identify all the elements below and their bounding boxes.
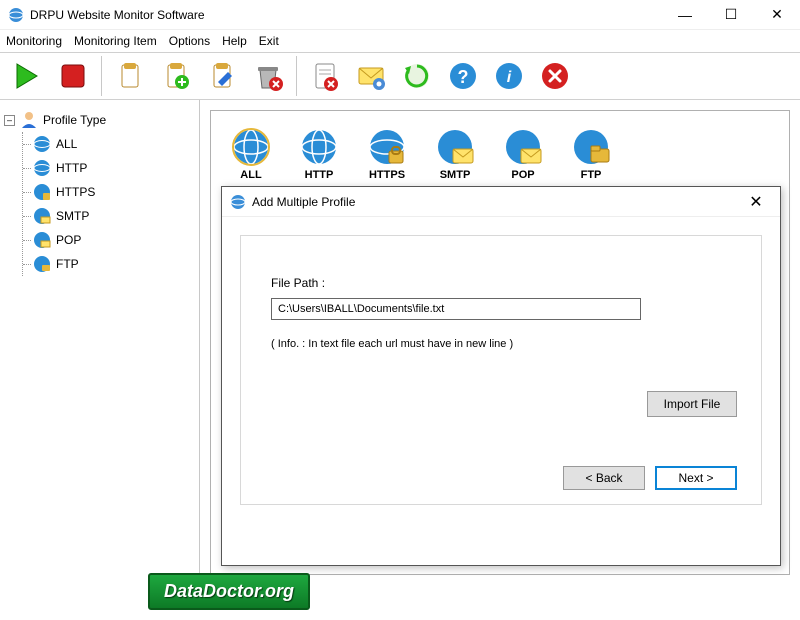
sidebar-item-label: ALL [56, 137, 77, 151]
tree-root[interactable]: – Profile Type [4, 108, 195, 132]
svg-text:?: ? [458, 67, 469, 87]
menu-help[interactable]: Help [222, 34, 247, 48]
about-button[interactable]: i [488, 55, 530, 97]
menu-monitoring-item[interactable]: Monitoring Item [74, 34, 157, 48]
back-button[interactable]: < Back [563, 466, 645, 490]
toolbar-separator [296, 56, 297, 96]
next-button[interactable]: Next > [655, 466, 737, 490]
proto-https[interactable]: HTTPS [367, 127, 407, 181]
minimize-button[interactable]: — [662, 0, 708, 30]
menu-options[interactable]: Options [169, 34, 210, 48]
proto-pop[interactable]: POP [503, 127, 543, 181]
dialog-titlebar: Add Multiple Profile ✕ [222, 187, 780, 217]
info-text: ( Info. : In text file each url must hav… [271, 338, 731, 350]
refresh-button[interactable] [396, 55, 438, 97]
dialog-inner-panel: File Path : ( Info. : In text file each … [240, 235, 762, 505]
add-multiple-profile-dialog: Add Multiple Profile ✕ File Path : ( Inf… [221, 186, 781, 566]
report-button[interactable] [304, 55, 346, 97]
window-title: DRPU Website Monitor Software [30, 8, 662, 22]
sidebar-item-label: HTTP [56, 161, 87, 175]
add-profile-button[interactable] [155, 55, 197, 97]
dialog-nav-buttons: < Back Next > [563, 466, 737, 490]
new-profile-button[interactable] [109, 55, 151, 97]
file-path-input[interactable] [271, 298, 641, 320]
proto-label: SMTP [440, 169, 471, 181]
proto-label: POP [511, 169, 534, 181]
proto-ftp[interactable]: FTP [571, 127, 611, 181]
dialog-body: File Path : ( Info. : In text file each … [222, 217, 780, 523]
sidebar-item-pop[interactable]: POP [23, 228, 195, 252]
proto-label: ALL [240, 169, 261, 181]
sidebar-item-https[interactable]: HTTPS [23, 180, 195, 204]
tree-root-label: Profile Type [43, 113, 106, 127]
proto-http[interactable]: HTTP [299, 127, 339, 181]
watermark: DataDoctor.org [148, 573, 310, 610]
toolbar: ? i [0, 52, 800, 100]
sidebar-item-label: FTP [56, 257, 79, 271]
toolbar-separator [101, 56, 102, 96]
svg-text:i: i [507, 69, 512, 86]
menu-exit[interactable]: Exit [259, 34, 279, 48]
dialog-icon [230, 194, 246, 210]
content-area: ALL HTTP HTTPS SMTP POP FTP Add Multiple… [200, 100, 800, 587]
protocol-row: ALL HTTP HTTPS SMTP POP FTP [223, 123, 777, 185]
stop-button[interactable] [52, 55, 94, 97]
title-bar: DRPU Website Monitor Software — ☐ ✕ [0, 0, 800, 30]
maximize-button[interactable]: ☐ [708, 0, 754, 30]
sidebar-item-ftp[interactable]: FTP [23, 252, 195, 276]
dialog-close-button[interactable]: ✕ [740, 188, 772, 216]
tree-collapse-icon[interactable]: – [4, 115, 15, 126]
sidebar-item-label: POP [56, 233, 81, 247]
proto-label: HTTP [305, 169, 334, 181]
sidebar-item-all[interactable]: ALL [23, 132, 195, 156]
mail-settings-button[interactable] [350, 55, 392, 97]
menu-bar: Monitoring Monitoring Item Options Help … [0, 30, 800, 52]
sidebar-item-label: HTTPS [56, 185, 95, 199]
content-panel: ALL HTTP HTTPS SMTP POP FTP Add Multiple… [210, 110, 790, 575]
file-path-label: File Path : [271, 276, 731, 290]
proto-label: HTTPS [369, 169, 405, 181]
app-icon [8, 7, 24, 23]
exit-button[interactable] [534, 55, 576, 97]
help-button[interactable]: ? [442, 55, 484, 97]
proto-smtp[interactable]: SMTP [435, 127, 475, 181]
sidebar-item-label: SMTP [56, 209, 89, 223]
play-button[interactable] [6, 55, 48, 97]
sidebar: – Profile Type ALL HTTP HTTPS SMTP POP F… [0, 100, 200, 587]
menu-monitoring[interactable]: Monitoring [6, 34, 62, 48]
sidebar-item-http[interactable]: HTTP [23, 156, 195, 180]
proto-label: FTP [581, 169, 602, 181]
tree-children: ALL HTTP HTTPS SMTP POP FTP [22, 132, 195, 276]
edit-profile-button[interactable] [201, 55, 243, 97]
dialog-title: Add Multiple Profile [252, 195, 740, 209]
close-button[interactable]: ✕ [754, 0, 800, 30]
delete-profile-button[interactable] [247, 55, 289, 97]
import-file-button[interactable]: Import File [647, 391, 737, 417]
main-area: – Profile Type ALL HTTP HTTPS SMTP POP F… [0, 100, 800, 587]
proto-all[interactable]: ALL [231, 127, 271, 181]
sidebar-item-smtp[interactable]: SMTP [23, 204, 195, 228]
